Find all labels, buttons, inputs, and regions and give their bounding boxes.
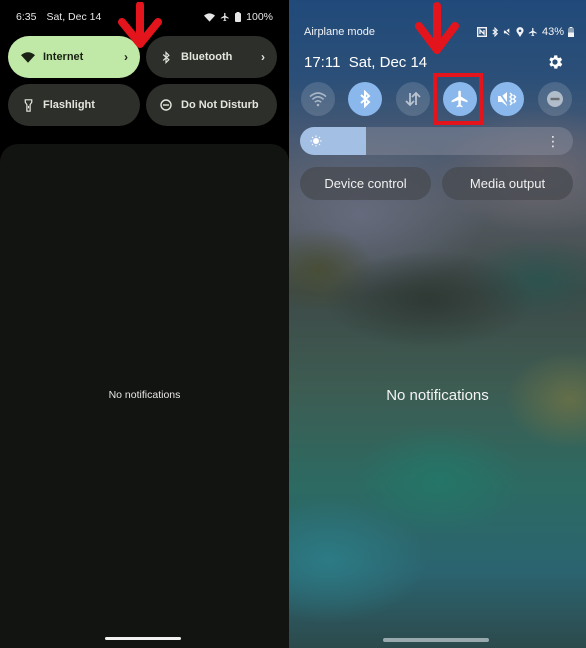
flashlight-icon: [21, 98, 35, 112]
bluetooth-icon: [159, 50, 173, 64]
red-arrow-annotation: [118, 2, 162, 48]
data-transfer-icon: [405, 91, 421, 107]
toggle-wifi[interactable]: [301, 82, 335, 116]
device-control-button[interactable]: Device control: [300, 167, 431, 200]
do-not-disturb-icon: [159, 98, 173, 112]
brightness-sun-icon: [310, 135, 322, 147]
bluetooth-icon: [360, 90, 371, 108]
tile-flashlight[interactable]: Flashlight: [8, 84, 140, 126]
red-arrow-annotation: [415, 2, 459, 54]
airplane-icon: [220, 12, 229, 22]
gesture-nav-handle[interactable]: [383, 638, 489, 642]
airplane-mode-label: Airplane mode: [304, 26, 375, 38]
status-time: 6:35: [16, 11, 37, 23]
wifi-icon: [21, 50, 35, 64]
status-date: Sat, Dec 14: [46, 11, 102, 23]
tile-do-not-disturb[interactable]: Do Not Disturb: [146, 84, 277, 126]
no-notifications-text: No notifications: [108, 389, 181, 401]
airplane-highlight-box: [433, 73, 483, 125]
battery-percent: 43%: [541, 26, 564, 38]
media-output-button[interactable]: Media output: [442, 167, 573, 200]
toggle-mobile-data[interactable]: [396, 82, 430, 116]
samsung-quick-panel: Airplane mode 43% 17:11 Sat, Dec 14 ⋮ De…: [289, 0, 586, 648]
gesture-nav-handle[interactable]: [105, 637, 181, 640]
battery-icon: [568, 27, 574, 37]
airplane-icon: [528, 27, 537, 37]
nfc-icon: [476, 27, 487, 37]
tile-label: Bluetooth: [181, 51, 233, 63]
wifi-icon: [309, 92, 327, 107]
chevron-right-icon: ›: [261, 50, 265, 64]
toggle-bluetooth[interactable]: [348, 82, 382, 116]
settings-gear-icon[interactable]: [546, 53, 564, 71]
date-time: 17:11 Sat, Dec 14: [304, 54, 428, 71]
more-options-icon[interactable]: ⋮: [546, 134, 560, 148]
mute-icon: [503, 27, 512, 37]
toggle-sound-mute[interactable]: [490, 82, 524, 116]
chevron-right-icon: ›: [124, 50, 128, 64]
tile-label: Internet: [43, 51, 84, 63]
brightness-slider[interactable]: ⋮: [300, 127, 573, 155]
tile-label: Flashlight: [43, 99, 95, 111]
battery-icon: [235, 12, 242, 22]
location-icon: [516, 27, 524, 37]
battery-percent: 100%: [246, 11, 273, 23]
toggle-do-not-disturb[interactable]: [538, 82, 572, 116]
wifi-icon: [204, 12, 216, 22]
no-notifications-text: No notifications: [386, 387, 489, 404]
do-not-disturb-icon: [547, 91, 563, 107]
pixel-quick-settings-panel: 6:35 Sat, Dec 14 100% Internet › Bluetoo…: [0, 0, 289, 648]
mute-vibrate-icon: [497, 90, 517, 106]
bluetooth-icon: [492, 27, 499, 37]
tile-bluetooth[interactable]: Bluetooth ›: [146, 36, 277, 78]
tile-label: Do Not Disturb: [181, 99, 259, 111]
